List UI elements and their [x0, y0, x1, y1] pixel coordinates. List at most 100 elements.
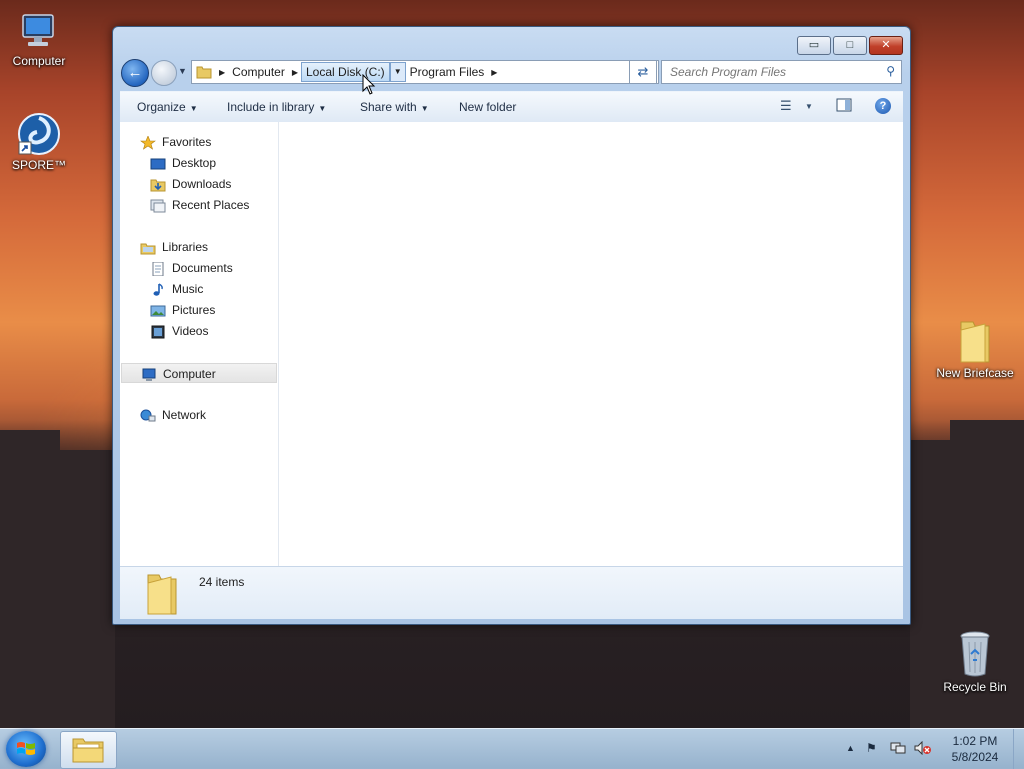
- desktop-icon-recycle-bin[interactable]: Recycle Bin: [933, 630, 1017, 694]
- include-in-library-label: Include in library: [227, 100, 315, 114]
- chevron-down-icon: ▼: [189, 104, 198, 113]
- maximize-button[interactable]: □: [833, 36, 867, 55]
- search-icon[interactable]: ⚲: [886, 64, 895, 78]
- desktop-icon-new-briefcase[interactable]: New Briefcase: [933, 318, 1017, 380]
- recycle-bin-icon: [957, 630, 993, 678]
- start-button[interactable]: [6, 731, 46, 767]
- view-dropdown-icon[interactable]: ▼: [805, 102, 813, 111]
- details-pane: 24 items: [120, 566, 903, 619]
- search-box[interactable]: ⚲: [661, 60, 902, 84]
- nav-label: Documents: [172, 261, 233, 275]
- desktop-icon-computer[interactable]: Computer: [0, 12, 81, 68]
- breadcrumb-computer[interactable]: Computer: [228, 62, 289, 82]
- organize-menu[interactable]: Organize ▼: [137, 100, 198, 114]
- mouse-cursor: [362, 73, 376, 99]
- nav-music[interactable]: Music: [150, 279, 203, 299]
- include-in-library-menu[interactable]: Include in library ▼: [227, 100, 326, 114]
- details-folder-icon: [144, 572, 180, 619]
- nav-videos[interactable]: Videos: [150, 321, 208, 341]
- nav-label: Network: [162, 408, 207, 422]
- refresh-icon: ⇄: [637, 64, 649, 79]
- minimize-button[interactable]: ▭: [797, 36, 831, 55]
- nav-network[interactable]: Network: [140, 405, 206, 425]
- libraries-icon: [140, 241, 156, 255]
- show-desktop-button[interactable]: [1013, 729, 1024, 769]
- nav-label: Desktop: [172, 156, 217, 170]
- network-icon: [140, 409, 156, 423]
- nav-documents[interactable]: Documents: [150, 258, 233, 278]
- desktop-icon-label: New Briefcase: [936, 366, 1014, 380]
- back-arrow-icon: ←: [127, 64, 143, 81]
- minimize-icon: ▭: [808, 39, 820, 51]
- navigation-row: ← ▼ ▶ Computer ▶ Local Disk (C:) ▼ Progr…: [121, 59, 902, 87]
- help-button[interactable]: ?: [875, 98, 891, 114]
- nav-favorites[interactable]: Favorites: [140, 132, 211, 152]
- nav-desktop[interactable]: Desktop: [150, 153, 216, 173]
- breadcrumb-local-disk[interactable]: Local Disk (C:): [301, 62, 390, 82]
- nav-libraries[interactable]: Libraries: [140, 237, 208, 257]
- nav-downloads[interactable]: Downloads: [150, 174, 231, 194]
- explorer-body: Favorites Desktop Downloads Recent Place…: [120, 122, 903, 566]
- taskbar: ▲ ⚑ 1:02 PM 5/8/2024: [0, 728, 1024, 769]
- navigation-pane[interactable]: Favorites Desktop Downloads Recent Place…: [120, 122, 279, 566]
- new-folder-button[interactable]: New folder: [459, 100, 516, 114]
- show-hidden-icons-icon[interactable]: ▲: [846, 743, 855, 753]
- close-button[interactable]: ✕: [869, 36, 903, 55]
- caption-buttons: ▭ □ ✕: [795, 36, 903, 55]
- folder-icon: [72, 738, 104, 763]
- computer-icon: [141, 368, 157, 382]
- back-button[interactable]: ←: [121, 59, 149, 87]
- breadcrumb-separator-icon[interactable]: ▶: [216, 68, 228, 77]
- address-folder-icon: [192, 62, 216, 82]
- breadcrumb-program-files[interactable]: Program Files: [406, 62, 489, 82]
- nav-pictures[interactable]: Pictures: [150, 300, 215, 320]
- close-icon: ✕: [881, 39, 891, 51]
- action-center-flag-icon[interactable]: ⚑: [866, 741, 877, 755]
- videos-icon: [150, 325, 166, 339]
- chevron-down-icon: ▼: [420, 104, 429, 113]
- clock-date: 5/8/2024: [951, 750, 999, 764]
- desktop-icon: [150, 157, 166, 171]
- taskbar-explorer-button[interactable]: [60, 731, 117, 769]
- folder-icon: [957, 318, 993, 364]
- nav-label: Music: [172, 282, 204, 296]
- maximize-icon: □: [846, 39, 854, 51]
- volume-muted-icon[interactable]: [914, 740, 932, 758]
- share-with-menu[interactable]: Share with ▼: [360, 100, 429, 114]
- breadcrumb-dropdown-icon[interactable]: ▼: [389, 62, 406, 82]
- nav-label: Recent Places: [172, 198, 250, 212]
- desktop-icon-spore[interactable]: SPORE™: [0, 112, 81, 172]
- refresh-button[interactable]: ⇄: [629, 60, 657, 84]
- forward-button[interactable]: [151, 60, 177, 86]
- nav-label: Videos: [172, 324, 209, 338]
- nav-computer[interactable]: Computer: [121, 363, 277, 383]
- breadcrumb-separator-icon[interactable]: ▶: [488, 68, 500, 77]
- breadcrumb-separator-icon[interactable]: ▶: [289, 68, 301, 77]
- explorer-window: ▭ □ ✕ ← ▼ ▶ Computer ▶ Local Disk (C:) ▼…: [112, 26, 911, 625]
- network-tray-icon[interactable]: [890, 741, 906, 758]
- documents-icon: [150, 261, 166, 277]
- desktop-icon-label: Recycle Bin: [943, 680, 1007, 694]
- pictures-icon: [150, 304, 166, 318]
- share-with-label: Share with: [360, 100, 417, 114]
- chevron-down-icon: ▼: [318, 104, 327, 113]
- windows-logo-icon: [17, 742, 35, 755]
- nav-label: Favorites: [162, 135, 212, 149]
- nav-label: Computer: [163, 367, 216, 381]
- star-icon: [140, 135, 156, 150]
- history-dropdown-icon[interactable]: ▼: [178, 66, 188, 76]
- computer-icon: [19, 12, 59, 52]
- spore-icon: [17, 112, 61, 156]
- file-list-area[interactable]: [279, 122, 903, 566]
- system-clock[interactable]: 1:02 PM 5/8/2024: [940, 733, 1010, 765]
- recent-places-icon: [150, 199, 166, 213]
- address-bar[interactable]: ▶ Computer ▶ Local Disk (C:) ▼ Program F…: [191, 60, 659, 84]
- organize-label: Organize: [137, 100, 186, 114]
- nav-label: Libraries: [162, 240, 209, 254]
- preview-pane-icon[interactable]: [836, 98, 852, 115]
- command-bar: Organize ▼ Include in library ▼ Share with…: [120, 91, 903, 123]
- change-view-icon[interactable]: ☰: [780, 98, 792, 114]
- search-input[interactable]: [668, 61, 872, 83]
- desktop-icon-label: SPORE™: [11, 158, 66, 172]
- nav-recent-places[interactable]: Recent Places: [150, 195, 249, 215]
